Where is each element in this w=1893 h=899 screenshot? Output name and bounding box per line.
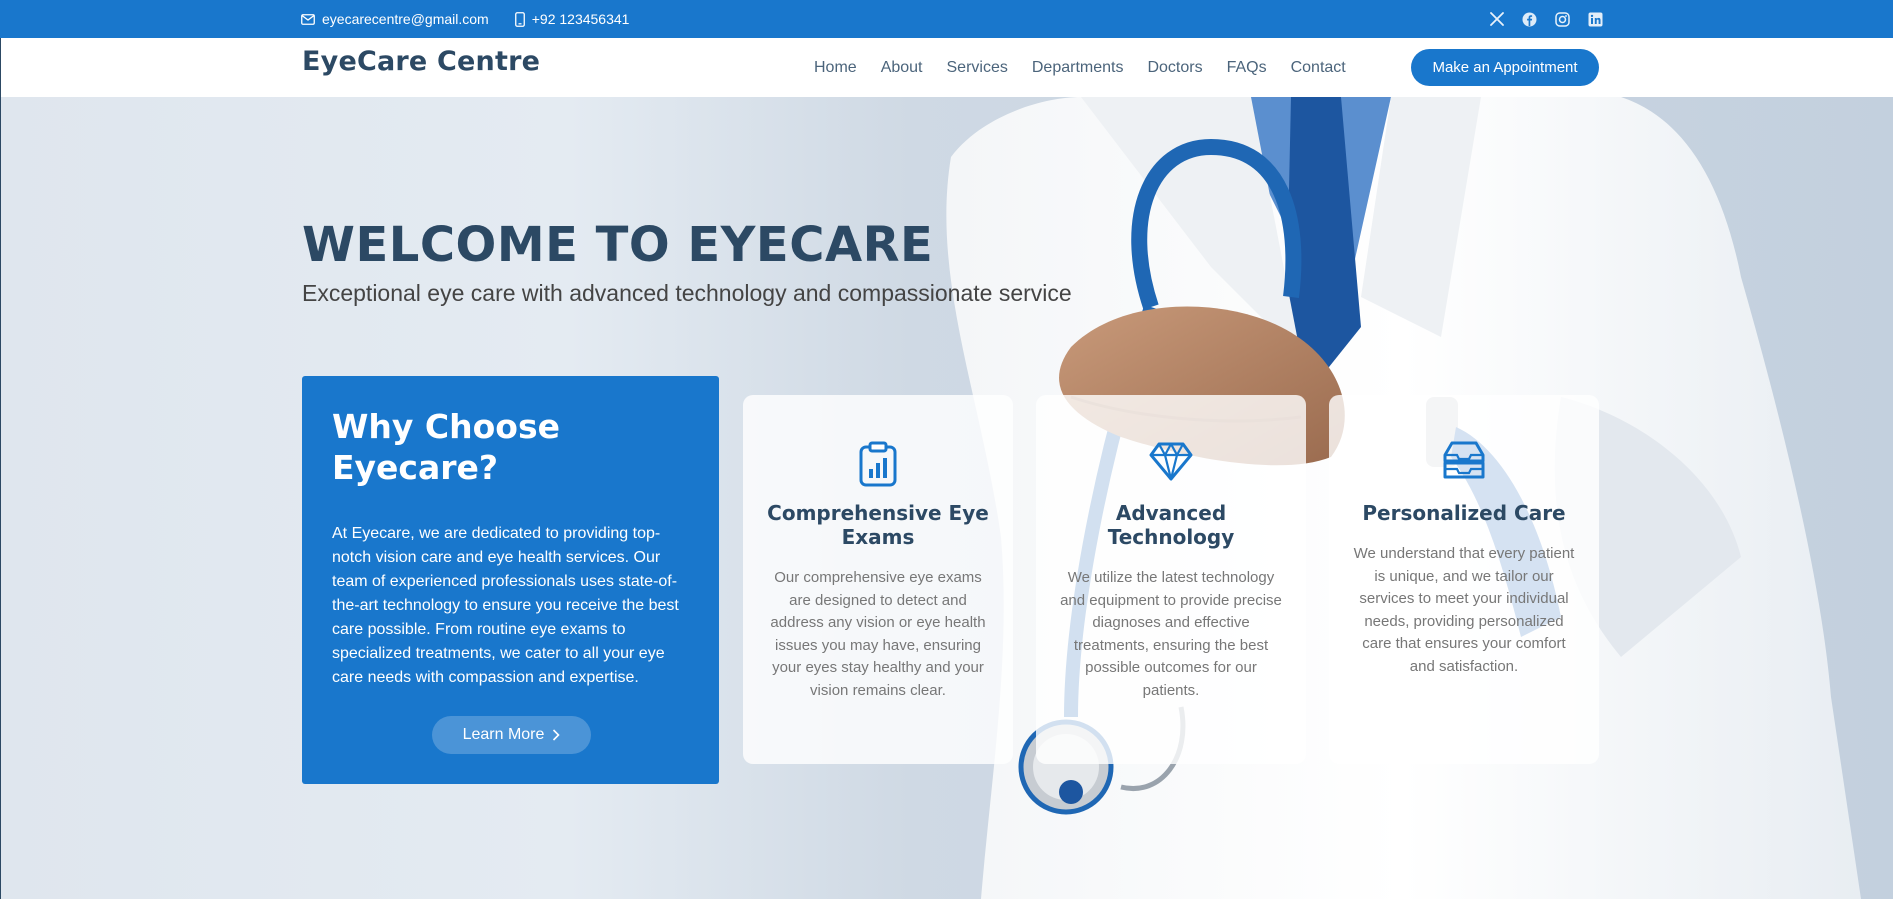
social-links (1472, 0, 1603, 38)
hero-title: WELCOME TO EYECARE (302, 217, 934, 273)
card-title: Advanced Technology (1107, 501, 1235, 549)
card-title: Comprehensive Eye Exams (767, 501, 989, 549)
email-text: eyecarecentre@gmail.com (322, 11, 489, 27)
nav-about[interactable]: About (881, 59, 923, 77)
linkedin-icon[interactable] (1588, 12, 1603, 27)
card-text: We utilize the latest technology and equ… (1060, 569, 1282, 699)
learn-more-button[interactable]: Learn More (432, 716, 591, 754)
facebook-icon[interactable] (1522, 12, 1537, 27)
nav-departments[interactable]: Departments (1032, 59, 1124, 77)
nav-services[interactable]: Services (947, 59, 1008, 77)
make-appointment-button[interactable]: Make an Appointment (1411, 49, 1599, 86)
feature-card-eye-exams: Comprehensive Eye Exams Our comprehensiv… (743, 395, 1013, 764)
site-logo[interactable]: EyeCare Centre (302, 46, 540, 77)
clipboard-data-icon (767, 441, 989, 489)
email-contact[interactable]: eyecarecentre@gmail.com (301, 11, 489, 27)
nav-doctors[interactable]: Doctors (1147, 59, 1202, 77)
gem-icon (1060, 441, 1282, 489)
feature-card-personalized-care: Personalized Care We understand that eve… (1329, 395, 1599, 764)
why-text: At Eyecare, we are dedicated to providin… (332, 525, 679, 686)
phone-icon (514, 11, 525, 27)
feature-card-advanced-technology: Advanced Technology We utilize the lates… (1036, 395, 1306, 764)
hero-section: WELCOME TO EYECARE Exceptional eye care … (0, 97, 1893, 899)
hero-subtitle: Exceptional eye care with advanced techn… (302, 280, 1072, 306)
learn-more-label: Learn More (462, 726, 545, 743)
nav-home[interactable]: Home (814, 59, 857, 77)
x-twitter-icon[interactable] (1490, 12, 1504, 26)
topbar: eyecarecentre@gmail.com +92 123456341 (0, 0, 1893, 38)
card-text: Our comprehensive eye exams are designed… (770, 569, 986, 699)
nav-faqs[interactable]: FAQs (1227, 59, 1267, 77)
topbar-contact: eyecarecentre@gmail.com +92 123456341 (301, 0, 655, 38)
card-title: Personalized Care (1362, 501, 1566, 525)
instagram-icon[interactable] (1555, 11, 1570, 27)
why-choose-box: Why Choose Eyecare? At Eyecare, we are d… (302, 376, 719, 784)
card-text: We understand that every patient is uniq… (1353, 545, 1575, 675)
main-nav: Home About Services Departments Doctors … (814, 38, 1370, 97)
inboxes-icon (1353, 441, 1575, 489)
phone-text: +92 123456341 (531, 11, 630, 27)
phone-contact[interactable]: +92 123456341 (514, 11, 630, 27)
envelope-icon (301, 13, 315, 25)
chevron-right-icon (553, 729, 561, 741)
why-title: Why Choose Eyecare? (332, 407, 560, 487)
site-header: EyeCare Centre Home About Services Depar… (0, 38, 1893, 97)
nav-contact[interactable]: Contact (1291, 59, 1346, 77)
